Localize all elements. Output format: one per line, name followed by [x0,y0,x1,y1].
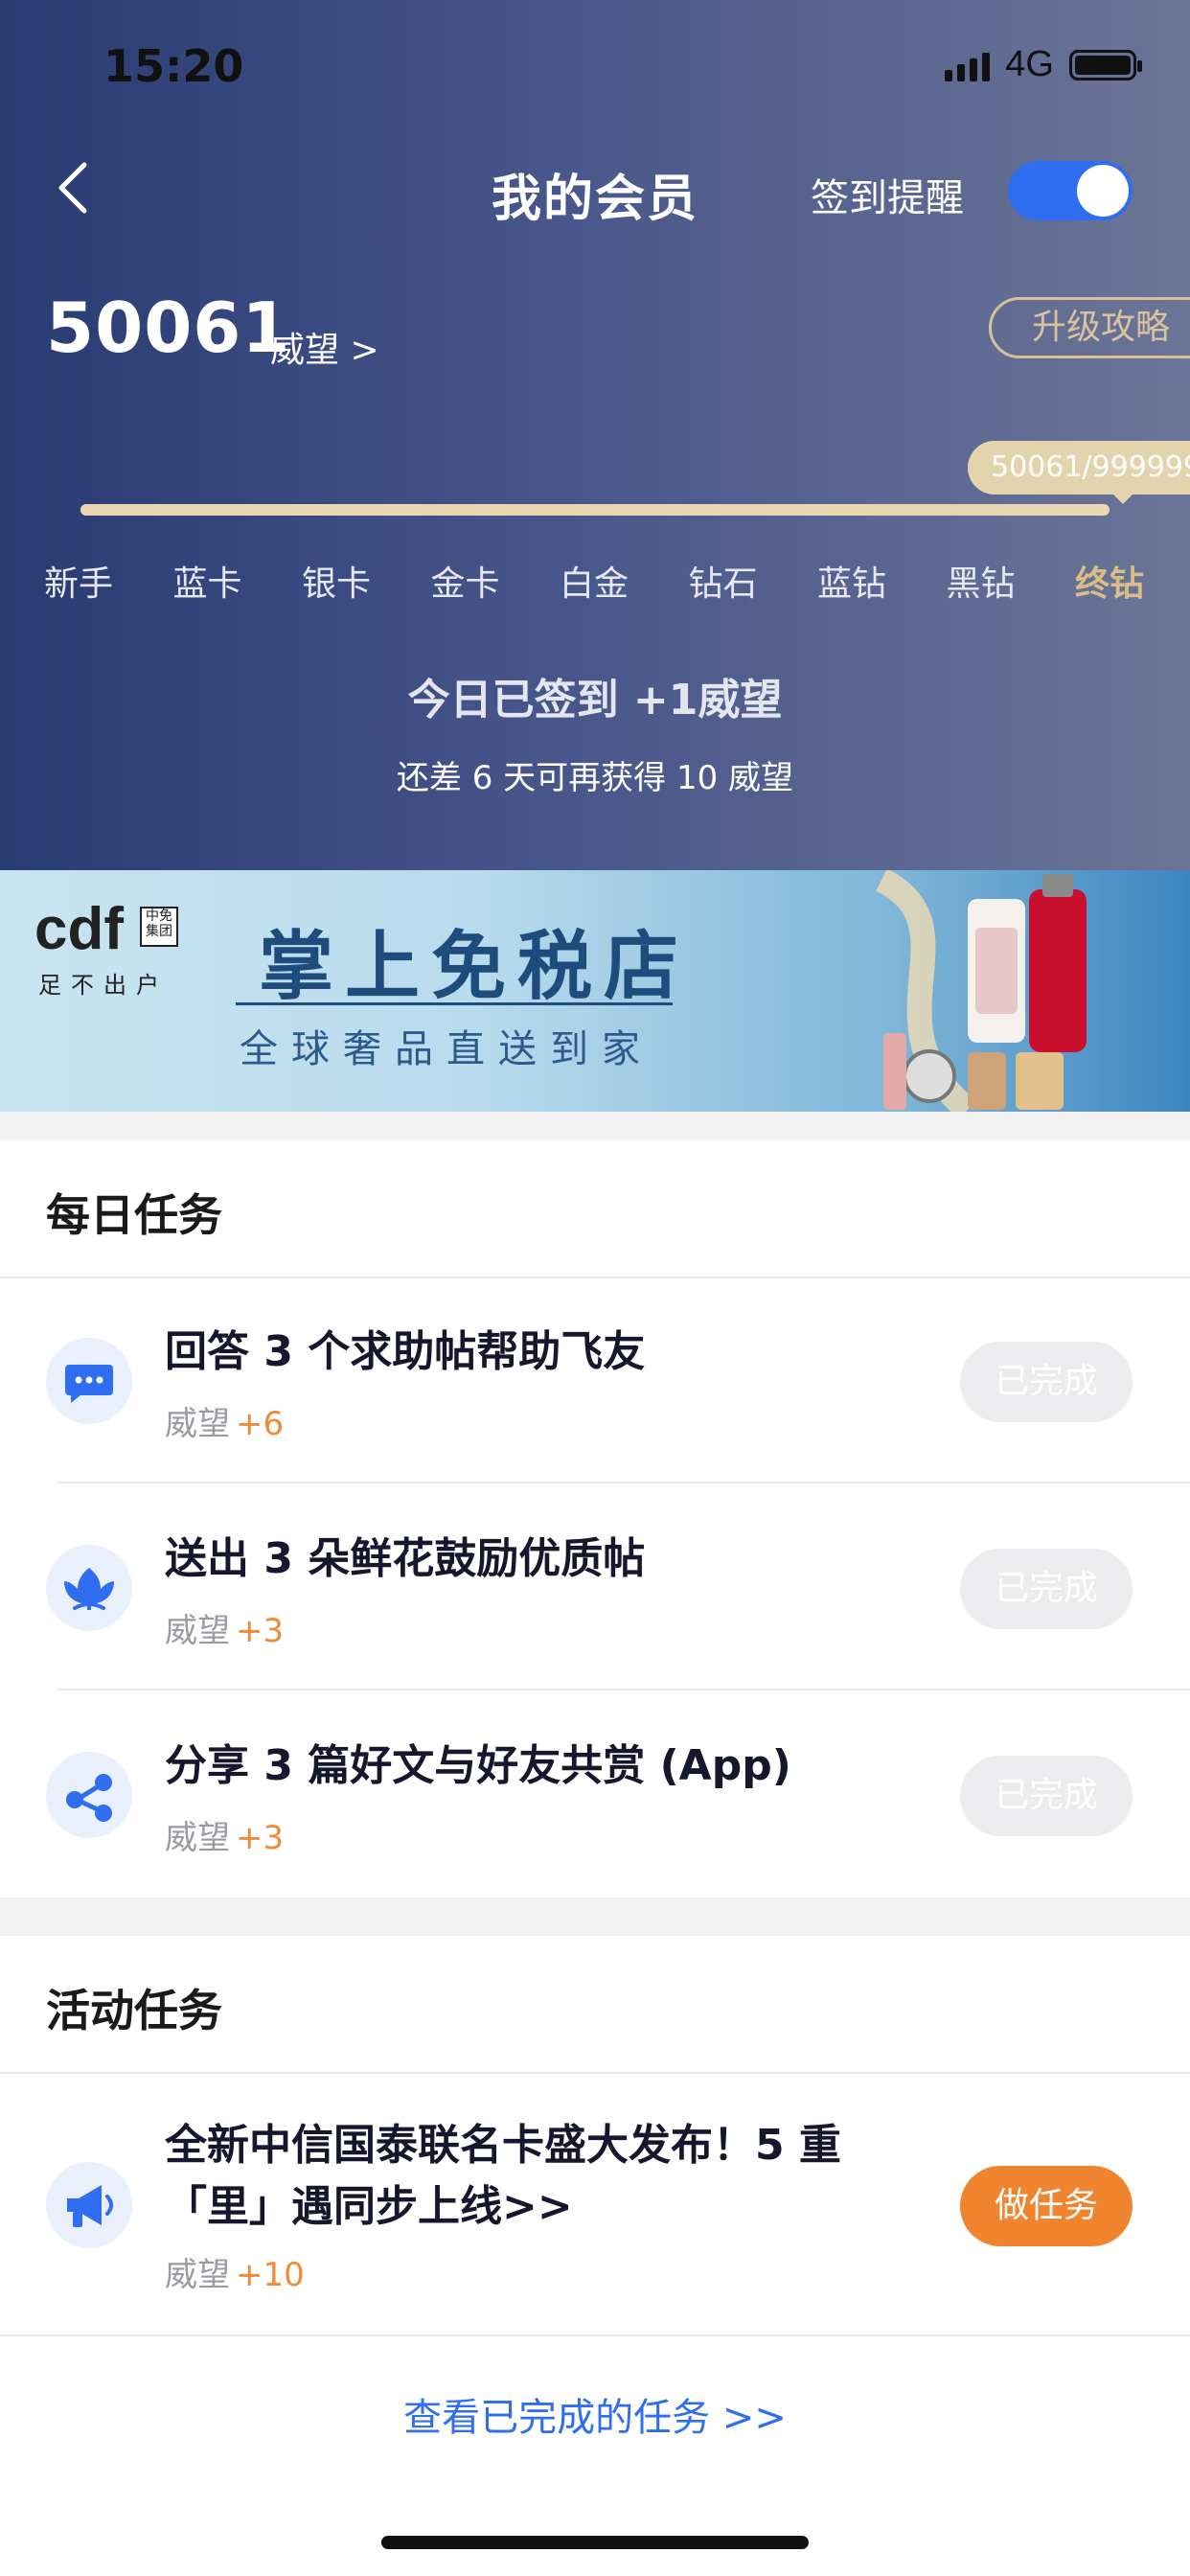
do-task-button[interactable]: 做任务 [960,2166,1133,2246]
tier-label: 钻石 [688,564,758,604]
upgrade-guide-button[interactable]: 升级攻略 [989,297,1190,358]
signal-icon [945,49,991,81]
banner-divider [236,1002,673,1005]
points-value[interactable]: 50061 [46,288,291,368]
task-reward: 威望 +10 [165,2248,305,2295]
task-reward: 威望 +6 [165,1397,284,1444]
divider [57,1689,1190,1690]
task-reward: 威望 +3 [165,1811,284,1858]
tier-list: 新手 蓝卡 银卡 金卡 白金 钻石 蓝钻 黑钻 终钻 [0,556,1190,604]
task-title-line2[interactable]: 「里」遇同步上线>> [165,2177,573,2237]
tier-label: 白金 [559,564,629,604]
member-header: 15:20 4G 我的会员 签到提醒 50061 威望 > 升级攻略 50061… [0,0,1190,870]
divider [0,2334,1190,2336]
reward-value: +10 [236,2256,305,2294]
reward-label: 威望 [165,1405,230,1443]
toggle-knob [1077,165,1129,217]
task-done-button[interactable]: 已完成 [960,1549,1133,1629]
task-reward: 威望 +3 [165,1604,284,1651]
network-label: 4G [1005,44,1054,84]
reminder-toggle[interactable] [1008,161,1133,220]
checkin-subtext: 还差 6 天可再获得 10 威望 [396,759,794,797]
status-icons: 4G [945,44,1142,85]
divider [57,1482,1190,1484]
tier-label: 终钻 [1074,564,1145,604]
section-gap [0,1112,1190,1140]
section-gap [0,1898,1190,1936]
bubble-tail [1110,491,1136,504]
task-title-line1: 全新中信国泰联名卡盛大发布！5 重 [165,2121,841,2170]
divider [0,2072,1190,2074]
tier-label: 蓝钻 [816,564,887,604]
activity-tasks-title: 活动任务 [46,1985,222,2036]
daily-tasks-title: 每日任务 [46,1189,222,1241]
reward-value: +3 [236,1612,285,1650]
chat-icon [46,1338,132,1424]
tier-label: 新手 [43,564,114,604]
checkin-status: 今日已签到 +1威望 [407,676,783,724]
share-icon [46,1752,132,1838]
cdf-badge: 中免集团 [140,907,178,947]
tier-label: 蓝卡 [172,564,242,604]
reward-label: 威望 [165,2256,230,2294]
banner-title: 掌上免税店 [259,924,691,1010]
progress-track [80,504,1110,516]
home-indicator [381,2536,809,2549]
megaphone-icon [46,2162,132,2248]
banner-subtitle: 全球奢品直送到家 [240,1027,653,1071]
reward-value: +3 [236,1819,285,1857]
promo-banner[interactable]: cdf 中免集团 足不出户 掌上免税店 全球奢品直送到家 [0,870,1190,1112]
reminder-label: 签到提醒 [811,176,964,220]
divider [0,1276,1190,1278]
reward-value: +6 [236,1405,285,1443]
reward-label: 威望 [165,1819,230,1857]
task-done-button[interactable]: 已完成 [960,1342,1133,1422]
view-completed-link[interactable]: 查看已完成的任务 >> [0,2386,1190,2442]
cdf-logo: cdf [34,896,124,962]
tier-label: 黑钻 [946,564,1016,604]
progress-bubble: 50061/999999 [968,441,1190,494]
reward-label: 威望 [165,1612,230,1650]
task-title: 回答 3 个求助帖帮助飞友 [165,1327,646,1376]
task-title: 送出 3 朵鲜花鼓励优质帖 [165,1534,646,1583]
product-image [875,870,1087,1112]
progress-fill [80,504,132,516]
points-unit-link[interactable]: 威望 > [270,322,379,372]
battery-icon [1069,49,1142,80]
task-title: 分享 3 篇好文与好友共赏 (App) [165,1741,791,1790]
cdf-subtitle: 足不出户 [38,972,169,999]
tier-label: 银卡 [301,564,372,604]
tier-label: 金卡 [430,564,500,604]
status-time: 15:20 [103,40,244,92]
task-done-button[interactable]: 已完成 [960,1756,1133,1836]
flower-icon [46,1545,132,1631]
